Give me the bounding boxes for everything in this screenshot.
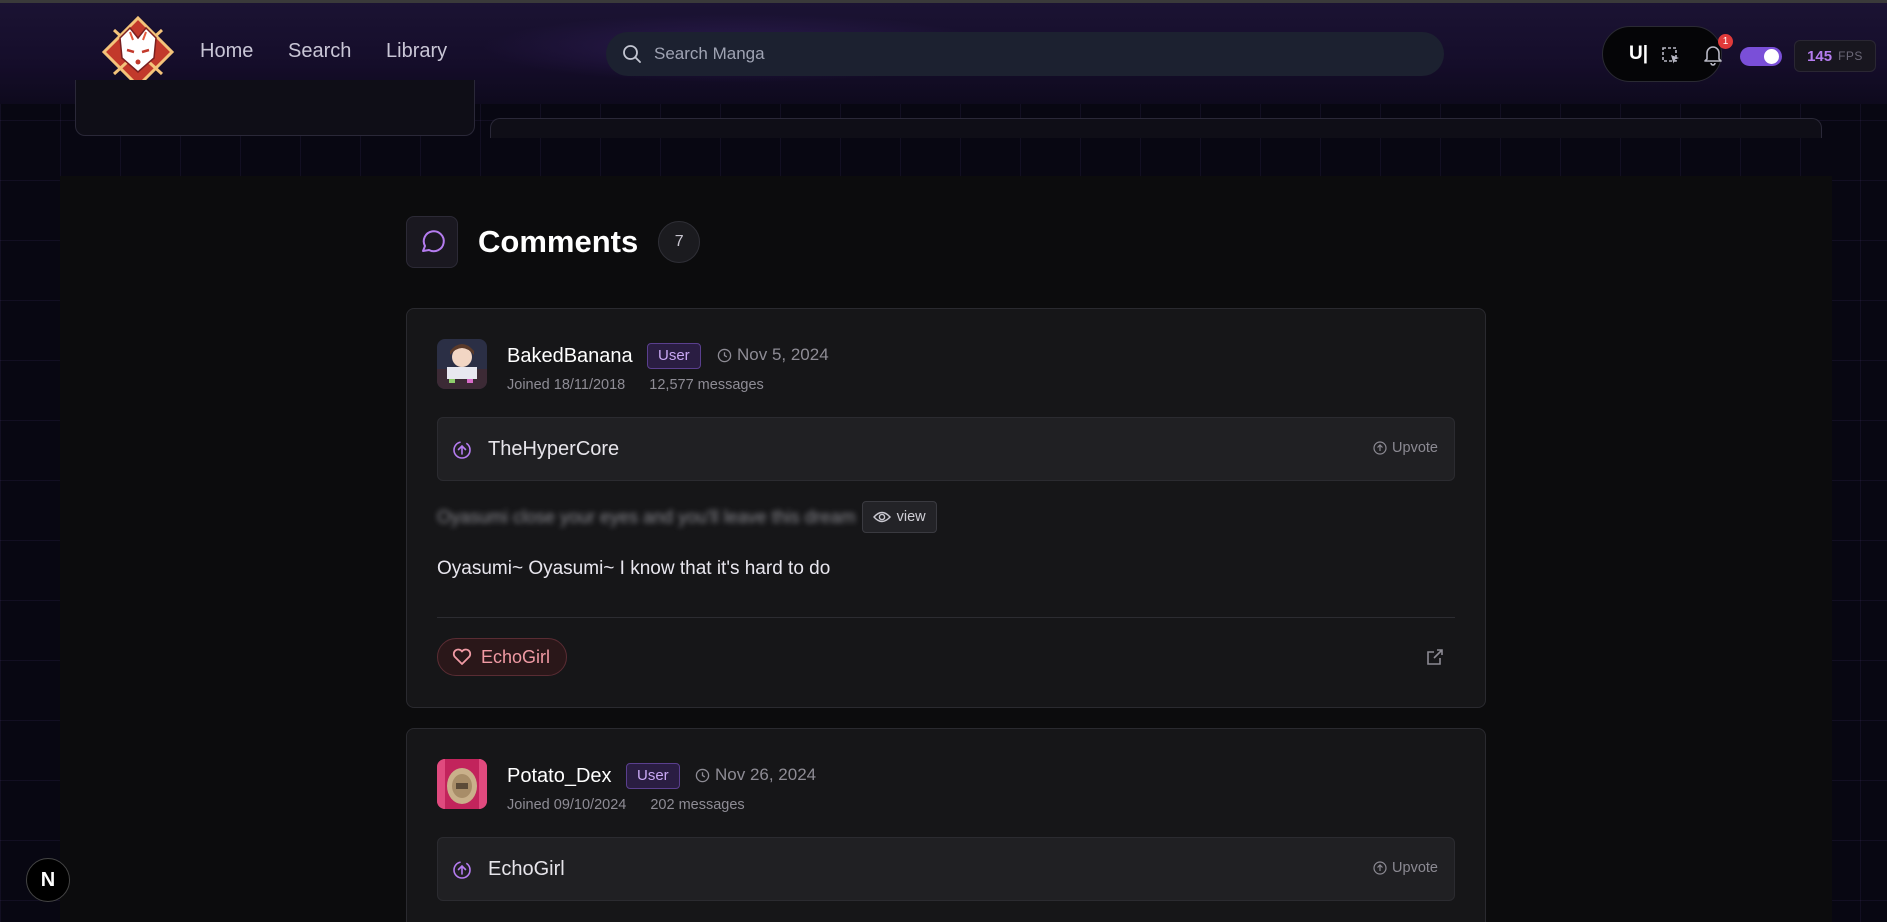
fox-mask-logo-icon: [101, 15, 175, 89]
tools-text: U|: [1629, 43, 1649, 64]
chat-bubble-icon: [422, 230, 445, 253]
fps-label: FPS: [1838, 49, 1863, 63]
external-link-icon[interactable]: [1425, 647, 1445, 667]
joined-date: Joined 09/10/2024: [507, 797, 627, 813]
comment-divider: [437, 617, 1455, 618]
comment-date-text: Nov 26, 2024: [715, 765, 817, 784]
clock-icon: [717, 348, 732, 362]
like-button[interactable]: EchoGirl: [437, 638, 568, 676]
search-bar[interactable]: [606, 32, 1444, 76]
upvote-button[interactable]: Upvote: [1373, 860, 1438, 876]
user-avatar-image: [437, 339, 487, 389]
comment-text: Oyasumi~ Oyasumi~ I know that it's hard …: [437, 558, 831, 579]
notification-badge: 1: [1718, 34, 1733, 49]
sidebar-card: [75, 80, 475, 136]
avatar[interactable]: [437, 759, 487, 809]
message-count: 12,577 messages: [649, 377, 764, 393]
liked-by-name: EchoGirl: [481, 646, 551, 667]
comment-username[interactable]: BakedBanana: [507, 345, 633, 368]
user-meta: Joined 18/11/2018 12,577 messages: [507, 377, 764, 393]
comments-title: Comments: [478, 224, 639, 259]
nav-library-link[interactable]: Library: [386, 40, 447, 63]
search-icon: [623, 45, 641, 63]
reply-username: EchoGirl: [488, 858, 565, 880]
reply-arrow-icon: [453, 861, 471, 879]
view-spoiler-button[interactable]: view: [861, 501, 937, 533]
spoiler-text: Oyasumi close your eyes and you'll leave…: [437, 506, 856, 527]
reply-reference[interactable]: EchoGirl Upvote: [437, 837, 1455, 901]
theme-toggle[interactable]: [1740, 47, 1782, 66]
comment-date: Nov 26, 2024: [695, 765, 816, 785]
upvote-icon: [1373, 441, 1387, 455]
select-element-icon[interactable]: [1661, 46, 1681, 66]
comments-count-badge: 7: [658, 221, 701, 263]
joined-date: Joined 18/11/2018: [507, 377, 626, 393]
upvote-button[interactable]: Upvote: [1373, 440, 1438, 456]
user-meta: Joined 09/10/2024 202 messages: [507, 797, 745, 813]
clock-icon: [695, 768, 710, 782]
comments-icon-box: [406, 216, 458, 268]
site-logo[interactable]: [100, 14, 176, 90]
spoiler-row: Oyasumi close your eyes and you'll leave…: [437, 501, 937, 533]
role-badge: User: [626, 763, 680, 789]
comment-date: Nov 5, 2024: [717, 345, 829, 365]
content-card: [490, 118, 1822, 138]
toggle-knob: [1764, 49, 1779, 64]
reply-arrow-icon: [453, 441, 471, 459]
fps-value: 145: [1807, 47, 1833, 65]
reply-username: TheHyperCore: [488, 438, 620, 460]
reply-reference[interactable]: TheHyperCore Upvote: [437, 417, 1455, 481]
comment-username[interactable]: Potato_Dex: [507, 765, 612, 788]
fps-counter: 145 FPS: [1794, 40, 1876, 72]
view-label: view: [896, 509, 926, 525]
upvote-icon: [1373, 861, 1387, 875]
heart-icon: [452, 648, 472, 665]
eye-icon: [872, 511, 891, 523]
avatar[interactable]: [437, 339, 487, 389]
nav-search-link[interactable]: Search: [288, 40, 351, 63]
comment-card: BakedBanana User Nov 5, 2024 Joined 18/1…: [406, 308, 1486, 708]
user-avatar-image: [437, 759, 487, 809]
upvote-label: Upvote: [1392, 440, 1438, 456]
comment-card: Potato_Dex User Nov 26, 2024 Joined 09/1…: [406, 728, 1486, 922]
nav-home-link[interactable]: Home: [200, 40, 253, 63]
role-badge: User: [647, 343, 701, 369]
search-input[interactable]: [654, 44, 1414, 64]
dev-indicator-button[interactable]: N: [26, 858, 70, 902]
comments-header: Comments 7: [406, 216, 701, 268]
upvote-label: Upvote: [1392, 860, 1438, 876]
comment-date-text: Nov 5, 2024: [737, 345, 829, 364]
message-count: 202 messages: [650, 797, 745, 813]
